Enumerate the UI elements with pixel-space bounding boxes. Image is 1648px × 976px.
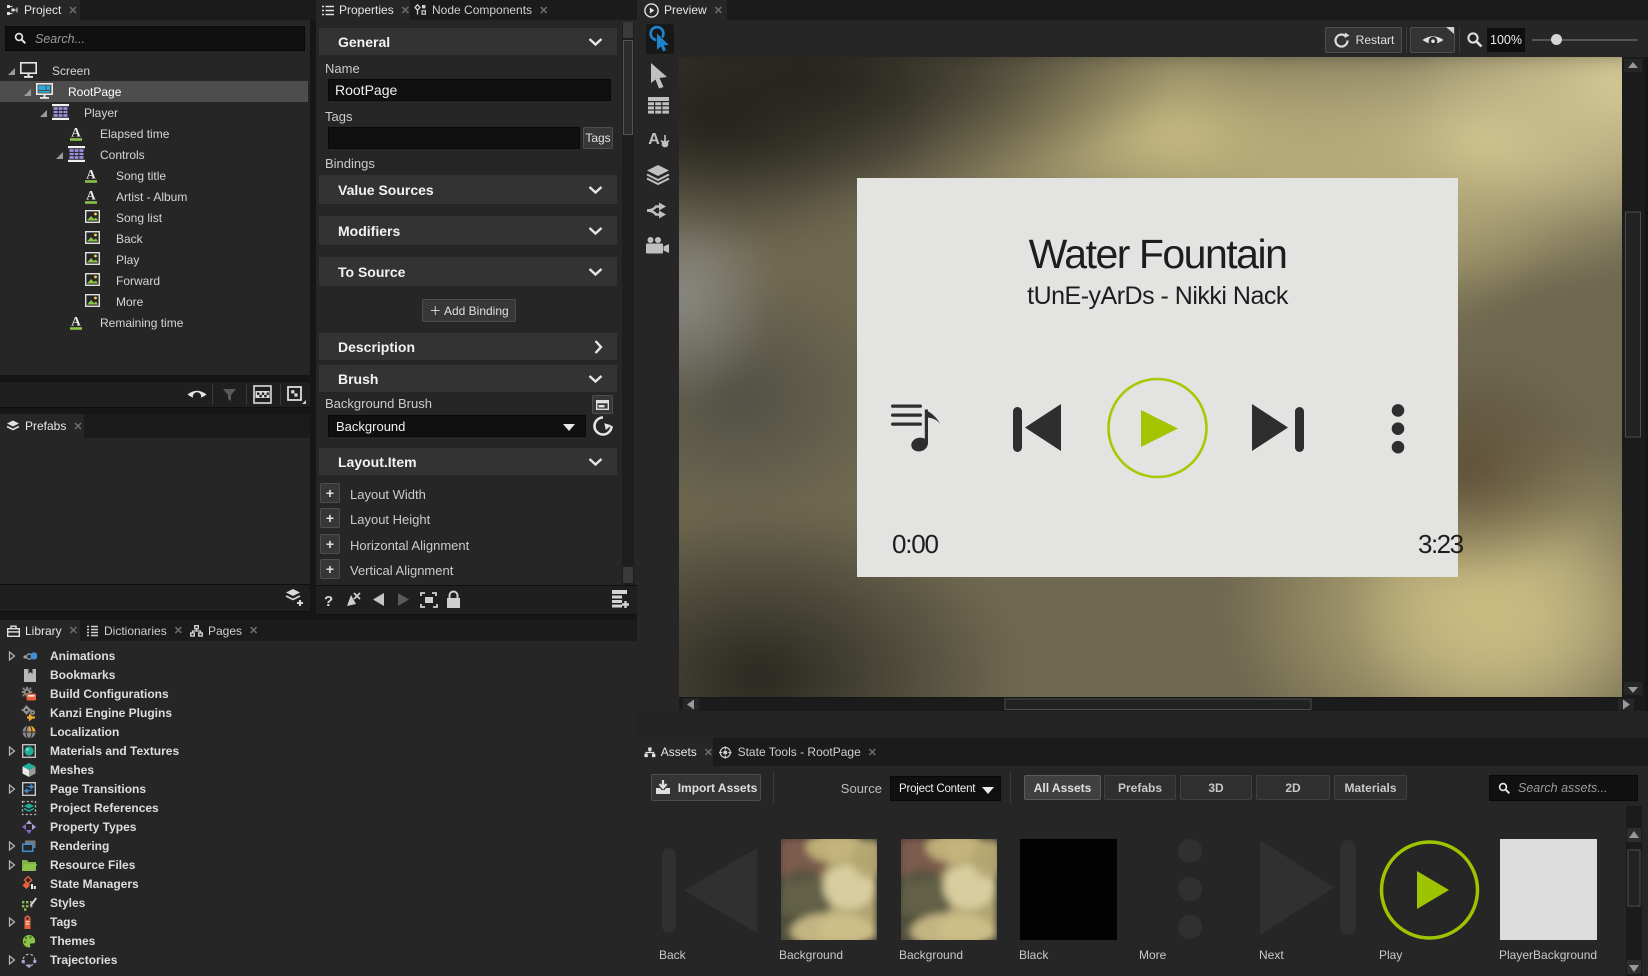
svg-text:?: ? xyxy=(324,593,333,610)
svg-text:A: A xyxy=(648,131,660,148)
